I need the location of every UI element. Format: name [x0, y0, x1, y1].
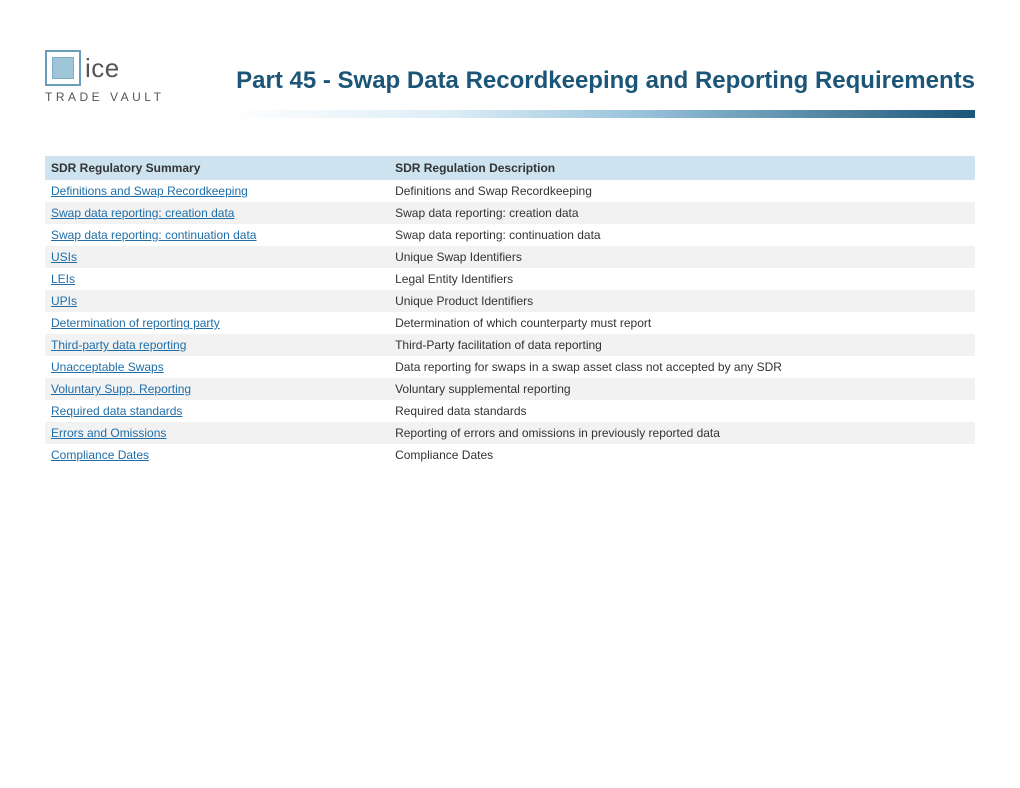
table-row: LEIs Legal Entity Identifiers [45, 268, 975, 290]
logo-sub-text: TRADE VAULT [45, 90, 175, 104]
cell-summary: Unacceptable Swaps [45, 356, 389, 378]
cell-description: Unique Swap Identifiers [389, 246, 975, 268]
logo-square-icon [45, 50, 81, 86]
summary-link[interactable]: Swap data reporting: continuation data [51, 228, 256, 242]
cell-summary: Compliance Dates [45, 444, 389, 466]
cell-summary: Definitions and Swap Recordkeeping [45, 180, 389, 202]
cell-description: Swap data reporting: continuation data [389, 224, 975, 246]
summary-link[interactable]: Third-party data reporting [51, 338, 186, 352]
summary-link[interactable]: LEIs [51, 272, 75, 286]
page-title: Part 45 - Swap Data Recordkeeping and Re… [236, 67, 975, 95]
table-row: Unacceptable Swaps Data reporting for swa… [45, 356, 975, 378]
header: ice TRADE VAULT Part 45 - Swap Data Reco… [45, 50, 975, 104]
cell-summary: UPIs [45, 290, 389, 312]
cell-summary: Swap data reporting: continuation data [45, 224, 389, 246]
summary-link[interactable]: UPIs [51, 294, 77, 308]
summary-link[interactable]: Voluntary Supp. Reporting [51, 382, 191, 396]
table-row: Swap data reporting: creation data Swap d… [45, 202, 975, 224]
col-header-description: SDR Regulation Description [389, 156, 975, 180]
cell-description: Unique Product Identifiers [389, 290, 975, 312]
summary-link[interactable]: USIs [51, 250, 77, 264]
cell-description: Data reporting for swaps in a swap asset… [389, 356, 975, 378]
table-row: UPIs Unique Product Identifiers [45, 290, 975, 312]
table-row: Swap data reporting: continuation data Sw… [45, 224, 975, 246]
logo-brand-text: ice [85, 53, 120, 84]
cell-description: Required data standards [389, 400, 975, 422]
summary-link[interactable]: Definitions and Swap Recordkeeping [51, 184, 248, 198]
table-row: Required data standards Required data sta… [45, 400, 975, 422]
cell-summary: Errors and Omissions [45, 422, 389, 444]
cell-description: Voluntary supplemental reporting [389, 378, 975, 400]
regulatory-table: SDR Regulatory Summary SDR Regulation De… [45, 156, 975, 466]
cell-summary: Swap data reporting: creation data [45, 202, 389, 224]
summary-link[interactable]: Determination of reporting party [51, 316, 220, 330]
cell-summary: Third-party data reporting [45, 334, 389, 356]
table-row: Definitions and Swap Recordkeeping Defini… [45, 180, 975, 202]
table-row: Compliance Dates Compliance Dates [45, 444, 975, 466]
cell-summary: LEIs [45, 268, 389, 290]
cell-description: Determination of which counterparty must… [389, 312, 975, 334]
cell-description: Swap data reporting: creation data [389, 202, 975, 224]
cell-summary: Determination of reporting party [45, 312, 389, 334]
table-row: Errors and Omissions Reporting of errors … [45, 422, 975, 444]
cell-description: Legal Entity Identifiers [389, 268, 975, 290]
summary-link[interactable]: Compliance Dates [51, 448, 149, 462]
cell-description: Third-Party facilitation of data reporti… [389, 334, 975, 356]
cell-summary: USIs [45, 246, 389, 268]
col-header-summary: SDR Regulatory Summary [45, 156, 389, 180]
cell-summary: Voluntary Supp. Reporting [45, 378, 389, 400]
summary-link[interactable]: Errors and Omissions [51, 426, 166, 440]
table-row: Third-party data reporting Third-Party fa… [45, 334, 975, 356]
table-row: Voluntary Supp. Reporting Voluntary suppl… [45, 378, 975, 400]
cell-description: Definitions and Swap Recordkeeping [389, 180, 975, 202]
cell-description: Compliance Dates [389, 444, 975, 466]
cell-description: Reporting of errors and omissions in pre… [389, 422, 975, 444]
summary-link[interactable]: Required data standards [51, 404, 182, 418]
table-row: Determination of reporting party Determin… [45, 312, 975, 334]
table-row: USIs Unique Swap Identifiers [45, 246, 975, 268]
summary-link[interactable]: Swap data reporting: creation data [51, 206, 234, 220]
gradient-divider [227, 110, 975, 118]
logo: ice TRADE VAULT [45, 50, 175, 104]
summary-link[interactable]: Unacceptable Swaps [51, 360, 164, 374]
cell-summary: Required data standards [45, 400, 389, 422]
logo-top: ice [45, 50, 175, 86]
